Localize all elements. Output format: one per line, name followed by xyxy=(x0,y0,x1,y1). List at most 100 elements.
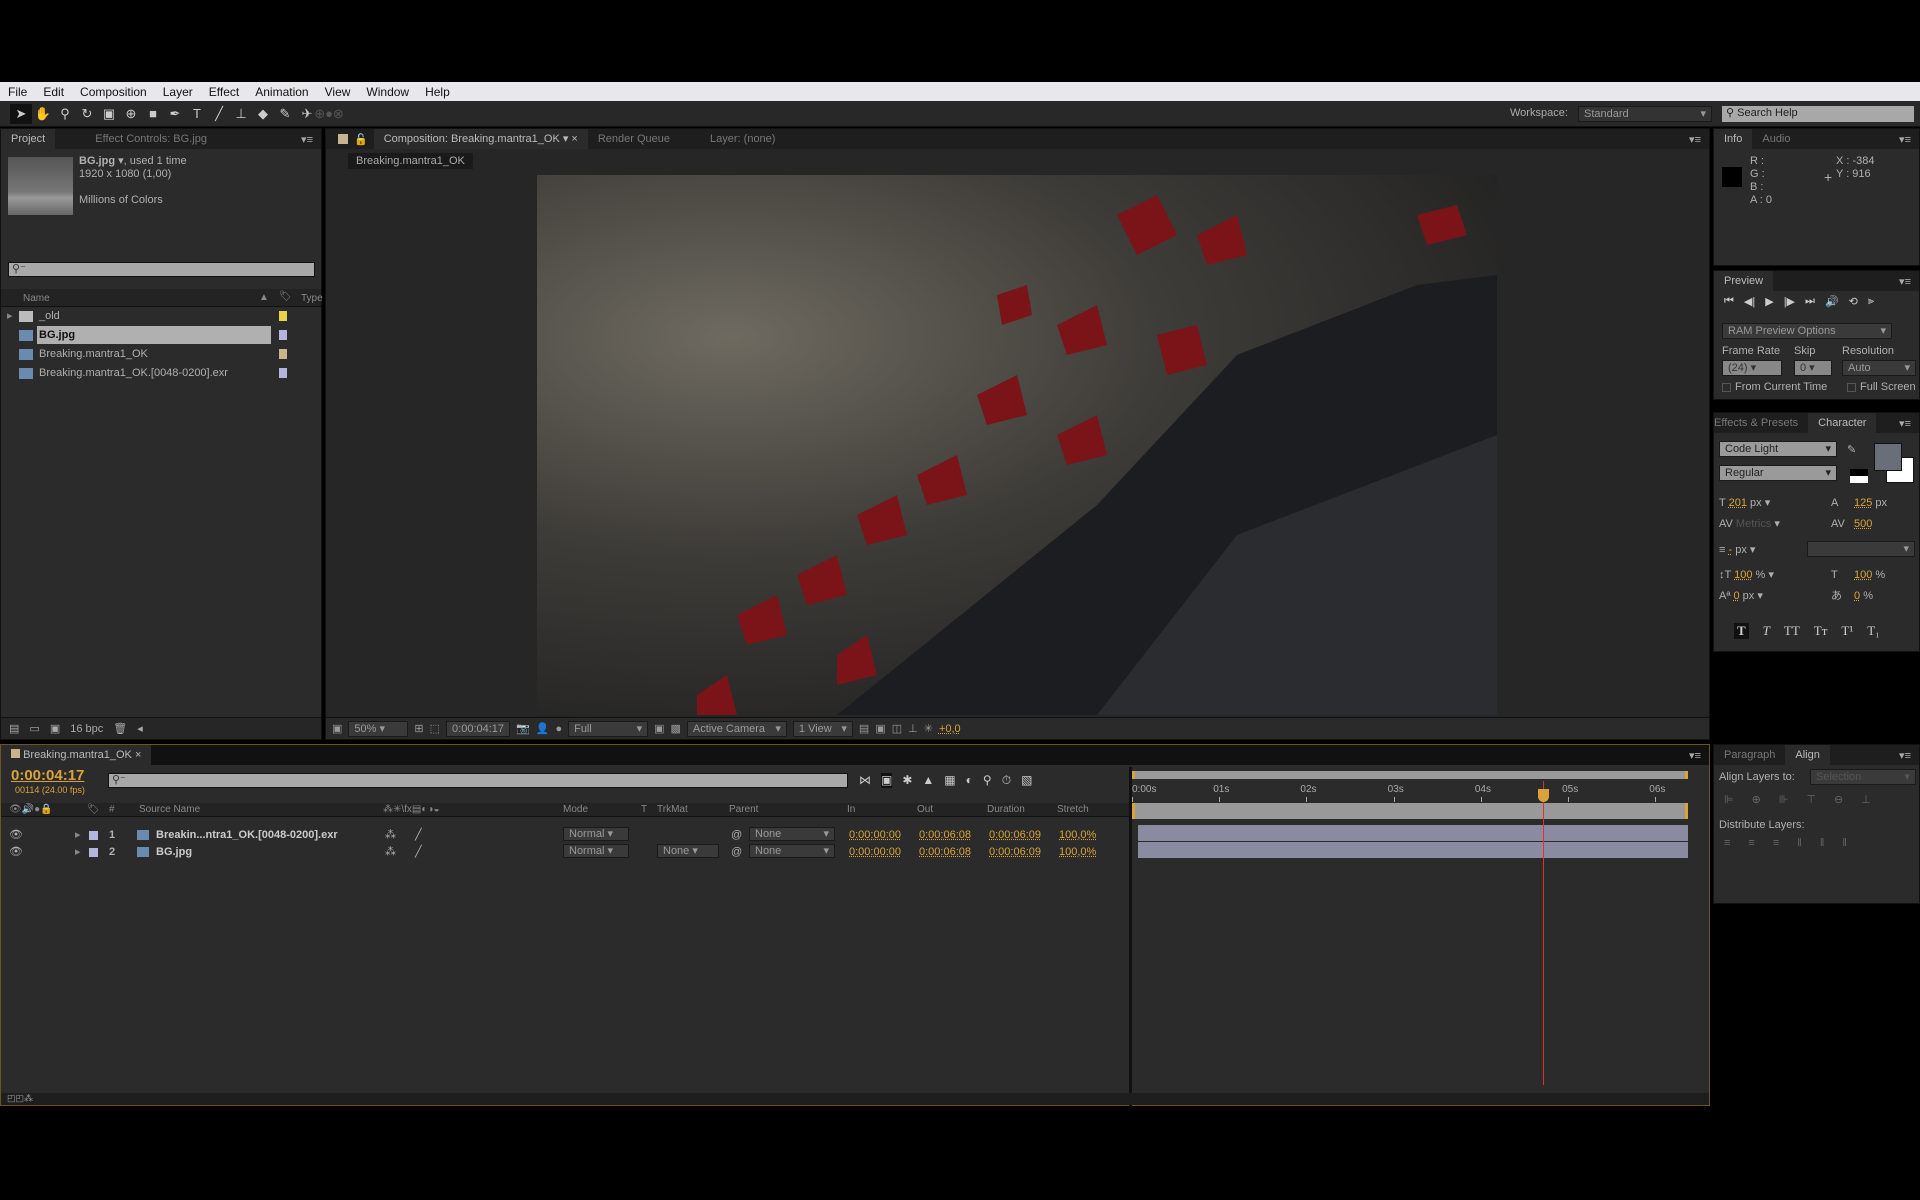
menu-view[interactable]: View xyxy=(317,85,359,99)
rectangle-tool-icon[interactable]: ■ xyxy=(142,104,164,124)
font-family-select[interactable]: Code Light ▾ xyxy=(1719,441,1837,457)
resolution-select[interactable]: Full ▾ xyxy=(568,720,649,737)
faux-italic-button[interactable]: T xyxy=(1763,623,1770,639)
menu-window[interactable]: Window xyxy=(358,85,417,99)
align-right-icon[interactable]: ⊪ xyxy=(1779,793,1789,806)
small-caps-button[interactable]: Tт xyxy=(1814,623,1828,639)
tab-effect-controls[interactable]: Effect Controls: BG.jpg xyxy=(55,129,217,149)
clone-stamp-tool-icon[interactable]: ⊥ xyxy=(230,104,252,124)
layer-row[interactable]: 👁 ▸ 1 Breakin...ntra1_OK.[0048-0200].exr… xyxy=(1,826,1129,844)
selection-tool-icon[interactable]: ➤ xyxy=(10,103,32,124)
skip-select[interactable]: 0 ▾ xyxy=(1794,360,1832,376)
timeline-search-input[interactable]: ⚲⁻ xyxy=(108,773,848,788)
quality-switch-icon[interactable]: ╱ xyxy=(415,843,422,861)
pick-whip-icon[interactable]: @ xyxy=(731,843,742,861)
layer-bar-2[interactable] xyxy=(1138,842,1688,858)
hide-shy-icon[interactable]: ▲ xyxy=(922,773,934,788)
exposure-value[interactable]: +0,0 xyxy=(939,723,961,735)
ram-preview-options-select[interactable]: RAM Preview Options ▾ xyxy=(1722,323,1892,339)
live-update-icon[interactable]: ▣ xyxy=(881,773,893,788)
distribute-left-icon[interactable]: ‖ xyxy=(1797,837,1802,849)
menu-animation[interactable]: Animation xyxy=(247,85,316,99)
column-parent[interactable]: Parent xyxy=(729,804,758,815)
parent-select[interactable]: None ▾ xyxy=(749,827,835,841)
out-point[interactable]: 0:00:06:08 xyxy=(919,826,971,844)
view-layout-select[interactable]: 1 View ▾ xyxy=(792,720,853,737)
mask-visibility-icon[interactable]: ⬚ xyxy=(430,722,440,735)
column-type[interactable]: Type xyxy=(301,293,323,304)
panel-menu-icon[interactable]: ▾≡ xyxy=(1689,749,1701,762)
project-item[interactable]: BG.jpg xyxy=(1,326,301,344)
frame-blending-icon[interactable]: ▦ xyxy=(944,773,955,788)
roto-brush-tool-icon[interactable]: ✎ xyxy=(274,104,296,124)
new-folder-icon[interactable]: ▭ xyxy=(29,722,39,735)
distribute-right-icon[interactable]: ‖ xyxy=(1842,837,1847,849)
layer-stretch[interactable]: 100,0% xyxy=(1059,843,1096,861)
tab-preview[interactable]: Preview xyxy=(1714,271,1774,291)
timeline-current-time[interactable]: 0:00:04:17 xyxy=(11,767,84,784)
parent-select[interactable]: None ▾ xyxy=(749,844,835,858)
menu-layer[interactable]: Layer xyxy=(155,85,201,99)
pen-tool-icon[interactable]: ✒ xyxy=(164,104,186,124)
in-point[interactable]: 0:00:00:00 xyxy=(849,826,901,844)
current-time-indicator[interactable] xyxy=(1537,789,1549,802)
fast-previews-icon[interactable]: ▣ xyxy=(875,722,885,735)
label-color-swatch[interactable] xyxy=(279,311,287,321)
menu-edit[interactable]: Edit xyxy=(35,85,72,99)
first-frame-icon[interactable]: ⏮ xyxy=(1724,295,1734,308)
column-duration[interactable]: Duration xyxy=(987,804,1025,815)
column-mode[interactable]: Mode xyxy=(563,804,588,815)
pick-whip-icon[interactable]: @ xyxy=(731,826,742,844)
panel-menu-icon[interactable]: ▾≡ xyxy=(301,133,313,146)
default-colors-icon[interactable] xyxy=(1850,469,1868,483)
panel-menu-icon[interactable]: ▾≡ xyxy=(1899,133,1911,146)
channels-icon[interactable]: ● xyxy=(555,723,562,735)
faux-bold-button[interactable]: T xyxy=(1734,623,1749,639)
mute-icon[interactable]: 🔊 xyxy=(1825,295,1839,308)
shy-switch-icon[interactable]: ⁂ xyxy=(385,843,396,861)
play-icon[interactable]: ▶ xyxy=(1765,295,1773,308)
ram-preview-icon[interactable]: ⫸ xyxy=(1868,295,1874,308)
type-tool-icon[interactable]: T xyxy=(186,104,208,124)
tab-composition[interactable]: Composition: Breaking.mantra1_OK ▾ × xyxy=(373,129,588,149)
panel-menu-icon[interactable]: ▾≡ xyxy=(1899,275,1911,288)
last-frame-icon[interactable]: ⏭ xyxy=(1805,295,1815,308)
tab-paragraph[interactable]: Paragraph xyxy=(1714,745,1785,765)
align-hcenter-icon[interactable]: ⊕ xyxy=(1752,793,1761,806)
column-trkmat[interactable]: TrkMat xyxy=(657,804,688,815)
tab-align[interactable]: Align xyxy=(1785,745,1830,765)
layer-name[interactable]: Breakin...ntra1_OK.[0048-0200].exr xyxy=(156,826,338,844)
distribute-bottom-icon[interactable]: ≡ xyxy=(1773,837,1779,849)
eyedropper-icon[interactable]: ✎ xyxy=(1847,443,1856,456)
align-left-icon[interactable]: ⊫ xyxy=(1724,793,1734,806)
label-color-swatch[interactable] xyxy=(89,847,98,857)
search-help-input[interactable]: ⚲ Search Help xyxy=(1722,106,1914,122)
reset-exposure-icon[interactable]: ✳ xyxy=(924,722,933,735)
hand-tool-icon[interactable]: ✋ xyxy=(32,104,54,124)
tab-project[interactable]: Project xyxy=(1,129,56,149)
graph-editor-icon[interactable]: ▧ xyxy=(1021,773,1032,788)
time-graph[interactable]: 0:00s 01s 02s 03s 04s 05s 06s xyxy=(1132,767,1694,1085)
distribute-hcenter-icon[interactable]: ‖ xyxy=(1820,837,1825,849)
align-bottom-icon[interactable]: ⊥ xyxy=(1861,793,1871,806)
tracking-value[interactable]: 500 xyxy=(1854,514,1872,535)
visibility-eye-icon[interactable]: 👁 xyxy=(9,843,23,861)
auto-keyframe-icon[interactable]: ⏱ xyxy=(1002,773,1011,788)
camera-select[interactable]: Active Camera ▾ xyxy=(686,720,787,737)
rotate-tool-icon[interactable]: ↻ xyxy=(76,104,98,124)
layer-duration[interactable]: 0:00:06:09 xyxy=(989,826,1041,844)
safe-margins-icon[interactable]: ⊞ xyxy=(414,722,423,735)
tab-character[interactable]: Character xyxy=(1808,413,1877,433)
tab-audio[interactable]: Audio xyxy=(1752,129,1800,149)
snapshot-icon[interactable]: 📷 xyxy=(516,722,530,735)
label-color-swatch[interactable] xyxy=(279,349,287,359)
zoom-tool-icon[interactable]: ⚲ xyxy=(54,104,76,124)
distribute-top-icon[interactable]: ≡ xyxy=(1724,837,1730,849)
distribute-vcenter-icon[interactable]: ≡ xyxy=(1748,837,1754,849)
column-out[interactable]: Out xyxy=(917,804,933,815)
quality-switch-icon[interactable]: ╱ xyxy=(415,826,422,844)
always-preview-icon[interactable]: ▣ xyxy=(332,722,342,735)
column-t[interactable]: T xyxy=(641,804,647,815)
font-size-value[interactable]: 201 xyxy=(1729,497,1747,509)
brainstorm-icon[interactable]: ⚲ xyxy=(983,773,992,788)
